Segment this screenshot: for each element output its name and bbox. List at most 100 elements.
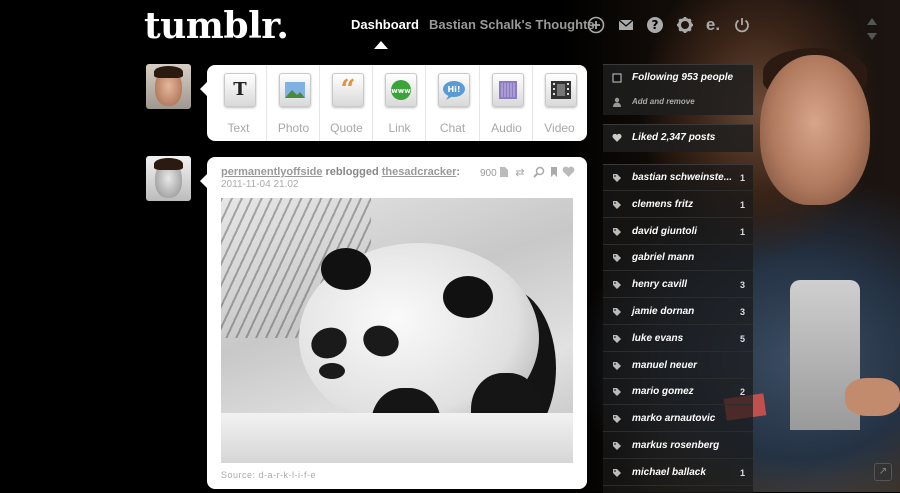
user-icon xyxy=(612,97,622,107)
background-face xyxy=(760,55,870,205)
following-block: Following 953 people Add and remove xyxy=(603,64,753,115)
tag-item[interactable]: luke evans 5 xyxy=(603,326,753,352)
reblog-icon[interactable]: ⇄ xyxy=(513,166,527,180)
tag-count: 1 xyxy=(739,173,745,183)
tag-icon xyxy=(612,387,622,397)
notes-icon[interactable] xyxy=(497,166,511,180)
mail-icon[interactable] xyxy=(617,16,635,34)
tag-item[interactable]: henry cavill 3 xyxy=(603,272,753,299)
tag-name: marko arnautovic xyxy=(632,413,716,425)
tag-item[interactable]: gabriel mann xyxy=(603,245,753,272)
tag-name: markus rosenberg xyxy=(632,440,720,451)
post-type-photo[interactable]: Photo xyxy=(266,65,320,141)
link-icon: www xyxy=(385,73,417,107)
share-icon[interactable]: ↗ xyxy=(874,463,892,481)
active-nav-caret xyxy=(374,41,388,49)
post-type-video[interactable]: Video xyxy=(532,65,586,141)
tag-item[interactable]: clemens fritz 1 xyxy=(603,192,753,218)
photo-snow xyxy=(221,413,573,463)
panda-nose xyxy=(319,363,345,379)
panda-ear xyxy=(443,276,493,318)
post-type-link[interactable]: www Link xyxy=(372,65,426,141)
tag-item[interactable]: jamie dornan 3 xyxy=(603,299,753,325)
post-source[interactable]: Source: d-a-r-k-l-i-f-e xyxy=(221,470,316,480)
tag-item[interactable]: michael ballack 1 xyxy=(603,460,753,486)
tumblr-logo[interactable]: tumblr. xyxy=(144,5,289,47)
svg-text:www: www xyxy=(391,87,411,95)
post-type-selector: T Text Photo “ Quote www Link Hi! Chat A… xyxy=(200,65,587,141)
scroll-up-icon[interactable] xyxy=(867,18,877,25)
tag-icon xyxy=(612,361,622,371)
notes-count[interactable]: 900 xyxy=(480,168,497,179)
following-icon xyxy=(612,73,622,83)
add-remove-link[interactable]: Add and remove xyxy=(603,89,753,115)
add-remove-text: Add and remove xyxy=(632,97,695,106)
tag-count: 3 xyxy=(739,307,745,317)
tag-item[interactable]: bastian schweinste... 1 xyxy=(603,165,753,191)
post-photo-panda[interactable] xyxy=(221,198,573,463)
background-hand xyxy=(845,378,900,416)
scroll-down-icon[interactable] xyxy=(867,33,877,40)
post-author-avatar[interactable] xyxy=(146,156,191,201)
tag-name: bastian schweinste... xyxy=(632,172,733,183)
user-avatar[interactable] xyxy=(146,64,191,109)
tag-icon xyxy=(612,280,622,290)
post-header: permanentlyoffside reblogged thesadcrack… xyxy=(221,166,460,178)
tag-name: jamie dornan xyxy=(632,306,695,317)
post-type-chat[interactable]: Hi! Chat xyxy=(425,65,479,141)
post-type-label: Quote xyxy=(330,121,363,135)
video-icon xyxy=(545,73,577,107)
tag-icon xyxy=(612,414,622,424)
bookmark-icon[interactable] xyxy=(547,166,561,180)
tag-count: 1 xyxy=(739,199,745,210)
tag-item[interactable]: david giuntoli 1 xyxy=(603,219,753,245)
svg-text:?: ? xyxy=(652,18,659,32)
post-type-audio[interactable]: Audio xyxy=(479,65,533,141)
nav-blog[interactable]: Bastian Schalk's Thoughts xyxy=(429,17,595,32)
post-type-text[interactable]: T Text xyxy=(212,65,265,141)
post-type-quote[interactable]: “ Quote xyxy=(319,65,373,141)
edit-icon[interactable]: e. xyxy=(704,16,722,34)
tag-icon xyxy=(612,173,622,183)
post-type-label: Video xyxy=(544,121,575,135)
chat-icon: Hi! xyxy=(438,73,470,107)
tag-item[interactable]: manuel neuer xyxy=(603,353,753,379)
tag-icon xyxy=(612,227,622,237)
tag-name: david giuntoli xyxy=(632,225,697,237)
like-heart-icon[interactable] xyxy=(561,166,575,180)
photo-icon xyxy=(279,73,311,107)
avatar-hair xyxy=(154,158,183,170)
tag-name: michael ballack xyxy=(632,466,706,478)
tag-icon xyxy=(612,334,622,344)
tag-icon xyxy=(612,253,622,263)
audio-icon xyxy=(492,73,524,107)
tag-item[interactable]: markus rosenberg xyxy=(603,433,753,459)
liked-posts-link[interactable]: Liked 2,347 posts xyxy=(603,125,753,151)
tag-count: 1 xyxy=(739,467,745,478)
tag-item[interactable]: marko arnautovic xyxy=(603,406,753,433)
post-date: 2011-11-04 21.02 xyxy=(221,179,299,190)
heart-icon xyxy=(612,133,622,143)
post-type-label: Text xyxy=(227,121,250,135)
following-link[interactable]: Following 953 people xyxy=(603,65,753,91)
search-icon[interactable] xyxy=(532,166,546,180)
power-icon[interactable] xyxy=(733,16,751,34)
tag-name: gabriel mann xyxy=(632,252,695,264)
tag-name: manuel neuer xyxy=(632,359,698,371)
panda-ear xyxy=(321,248,371,290)
nav-dashboard[interactable]: Dashboard xyxy=(351,17,419,32)
post-type-label: Photo xyxy=(277,121,310,135)
tag-name: clemens fritz xyxy=(632,198,694,210)
tag-count: 5 xyxy=(739,333,745,344)
reblog-source-link[interactable]: thesadcracker xyxy=(382,166,457,178)
post-author-link[interactable]: permanentlyoffside xyxy=(221,166,322,178)
colon: : xyxy=(456,166,461,178)
following-text: Following 953 people xyxy=(632,72,734,83)
tag-item[interactable]: mario gomez 2 xyxy=(603,379,753,406)
quote-icon: “ xyxy=(332,73,364,107)
help-icon[interactable]: ? xyxy=(646,16,664,34)
tag-count: 1 xyxy=(739,226,745,237)
gear-icon[interactable] xyxy=(676,16,694,34)
plus-icon[interactable] xyxy=(587,16,605,34)
tag-count: 3 xyxy=(739,280,745,291)
